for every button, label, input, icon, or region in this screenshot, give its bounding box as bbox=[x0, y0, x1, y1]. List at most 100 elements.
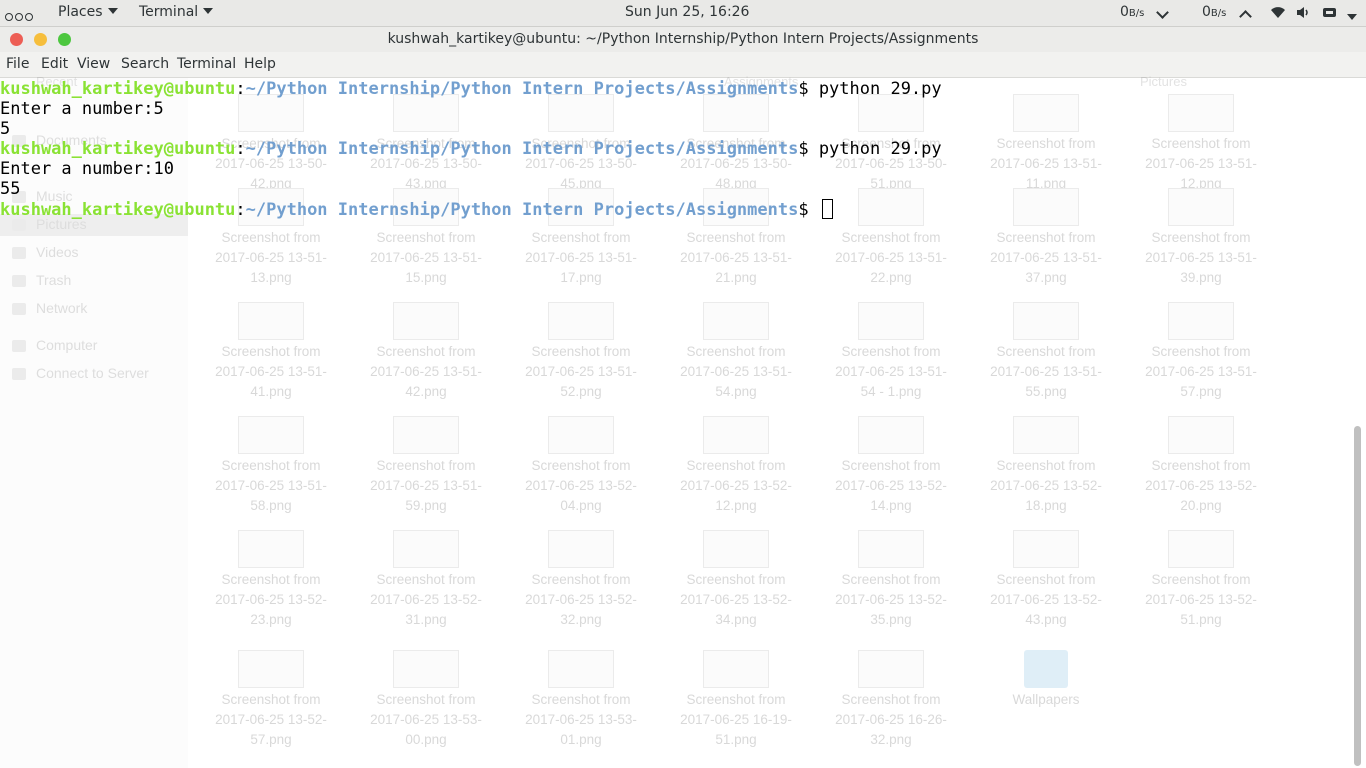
ghost-file-item: Screenshot from 2017-06-25 13-52- 04.png bbox=[516, 416, 646, 516]
window-titlebar[interactable]: kushwah_kartikey@ubuntu: ~/Python Intern… bbox=[0, 27, 1366, 52]
ghost-file-name: 2017-06-25 13-51- bbox=[525, 364, 637, 379]
image-thumbnail bbox=[703, 416, 769, 454]
ghost-file-name: Screenshot from bbox=[221, 344, 321, 359]
ghost-file-name: Screenshot from bbox=[376, 344, 476, 359]
prompt-command: $ python 29.py bbox=[798, 139, 942, 159]
ghost-file-item: Wallpapers bbox=[981, 650, 1111, 710]
menu-edit[interactable]: Edit bbox=[41, 56, 68, 72]
ghost-file-name: 2017-06-25 13-52- bbox=[525, 592, 637, 607]
prompt-path: ~/Python Internship/Python Intern Projec… bbox=[245, 79, 799, 99]
ghost-file-name: Wallpapers bbox=[1012, 692, 1080, 707]
ghost-file-name: 2017-06-25 13-52- bbox=[835, 592, 947, 607]
terminal-output-line: 55 bbox=[0, 179, 21, 199]
ghost-file-item: Screenshot from 2017-06-25 13-51- 54 - 1.p… bbox=[826, 302, 956, 402]
image-thumbnail bbox=[703, 530, 769, 568]
ghost-file-item: Screenshot from 2017-06-25 13-53- 01.png bbox=[516, 650, 646, 750]
ghost-file-item: Screenshot from 2017-06-25 13-51- 52.png bbox=[516, 302, 646, 402]
ghost-file-name: 35.png bbox=[870, 612, 912, 627]
close-button[interactable] bbox=[10, 33, 23, 46]
wifi-icon[interactable] bbox=[1270, 5, 1286, 23]
prompt-path: ~/Python Internship/Python Intern Projec… bbox=[245, 200, 799, 220]
ghost-file-name: Screenshot from bbox=[1151, 458, 1251, 473]
volume-icon[interactable] bbox=[1296, 6, 1310, 23]
battery-icon[interactable] bbox=[1322, 6, 1338, 22]
window-title: kushwah_kartikey@ubuntu: ~/Python Intern… bbox=[387, 31, 979, 47]
ghost-file-name: 2017-06-25 13-51- bbox=[215, 478, 327, 493]
clock[interactable]: Sun Jun 25, 16:26 bbox=[625, 4, 749, 20]
ghost-file-name: 43.png bbox=[1025, 612, 1067, 627]
image-thumbnail bbox=[548, 302, 614, 340]
image-thumbnail bbox=[858, 416, 924, 454]
prompt-separator: : bbox=[235, 200, 246, 220]
ghost-file-name: 52.png bbox=[560, 384, 602, 399]
ghost-file-name: 51.png bbox=[1180, 612, 1222, 627]
ghost-file-name: 39.png bbox=[1180, 270, 1222, 285]
system-menu-caret[interactable] bbox=[1347, 10, 1357, 26]
ghost-file-name: Screenshot from bbox=[841, 572, 941, 587]
ghost-file-item: Screenshot from 2017-06-25 13-52- 51.png bbox=[1136, 530, 1266, 630]
ghost-file-item: Screenshot from 2017-06-25 13-52- 18.png bbox=[981, 416, 1111, 516]
app-menu-terminal[interactable]: Terminal bbox=[139, 4, 214, 20]
net-up-value: 0 bbox=[1202, 4, 1211, 20]
ghost-file-name: Screenshot from bbox=[1151, 344, 1251, 359]
terminal-output[interactable]: kushwah_kartikey@ubuntu:~/Python Interns… bbox=[0, 79, 1350, 220]
ghost-file-name: 54.png bbox=[715, 384, 757, 399]
chevron-down-icon bbox=[107, 8, 118, 14]
ghost-file-name: 2017-06-25 13-51- bbox=[370, 478, 482, 493]
image-thumbnail bbox=[858, 302, 924, 340]
ghost-file-name: Screenshot from bbox=[221, 230, 321, 245]
scrollbar[interactable] bbox=[1354, 426, 1361, 766]
prompt-separator: : bbox=[235, 139, 246, 159]
menu-file[interactable]: File bbox=[6, 56, 29, 72]
ghost-file-name: Screenshot from bbox=[221, 572, 321, 587]
terminal-output-line: Enter a number:5 bbox=[0, 99, 164, 119]
ghost-file-name: Screenshot from bbox=[996, 230, 1096, 245]
menu-view[interactable]: View bbox=[77, 56, 110, 72]
menu-help[interactable]: Help bbox=[244, 56, 276, 72]
ghost-file-name: 2017-06-25 13-52- bbox=[370, 592, 482, 607]
ghost-file-name: 2017-06-25 13-51- bbox=[835, 364, 947, 379]
image-thumbnail bbox=[238, 302, 304, 340]
ghost-file-name: 00.png bbox=[405, 732, 447, 747]
prompt-user: kushwah_kartikey@ubuntu bbox=[0, 200, 236, 220]
menu-terminal[interactable]: Terminal bbox=[177, 56, 236, 72]
chevron-down-icon bbox=[203, 8, 214, 14]
minimize-button[interactable] bbox=[34, 33, 47, 46]
ghost-sidebar-item: Computer bbox=[36, 337, 98, 353]
ghost-file-name: 2017-06-25 16-19- bbox=[680, 712, 792, 727]
ghost-file-name: 2017-06-25 13-52- bbox=[680, 592, 792, 607]
ghost-file-item: Screenshot from 2017-06-25 13-52- 20.png bbox=[1136, 416, 1266, 516]
ghost-file-name: 13.png bbox=[250, 270, 292, 285]
ghost-sidebar-icon bbox=[12, 247, 26, 259]
ghost-file-name: 57.png bbox=[1180, 384, 1222, 399]
ghost-file-name: Screenshot from bbox=[686, 692, 786, 707]
prompt-separator: : bbox=[235, 79, 246, 99]
maximize-button[interactable] bbox=[58, 33, 71, 46]
ghost-file-name: Screenshot from bbox=[531, 230, 631, 245]
ghost-file-name: 2017-06-25 13-52- bbox=[1145, 478, 1257, 493]
ghost-file-name: 23.png bbox=[250, 612, 292, 627]
ghost-sidebar-icon bbox=[12, 340, 26, 352]
places-menu[interactable]: Places bbox=[58, 4, 118, 20]
activities-icon[interactable] bbox=[5, 9, 35, 25]
net-upload-speed: 0B/s bbox=[1202, 4, 1226, 20]
ghost-file-name: 2017-06-25 13-52- bbox=[215, 592, 327, 607]
ghost-file-name: 20.png bbox=[1180, 498, 1222, 513]
ghost-file-name: 2017-06-25 13-51- bbox=[1145, 364, 1257, 379]
net-download-speed: 0B/s bbox=[1120, 4, 1144, 20]
image-thumbnail bbox=[393, 530, 459, 568]
menu-bar: File Edit View Search Terminal Help bbox=[0, 52, 1366, 78]
prompt-command: $ python 29.py bbox=[798, 79, 942, 99]
ghost-file-name: 2017-06-25 13-52- bbox=[215, 712, 327, 727]
ghost-file-name: 2017-06-25 13-52- bbox=[990, 592, 1102, 607]
terminal-output-line: 5 bbox=[0, 119, 11, 139]
ghost-sidebar-item: Videos bbox=[36, 244, 79, 260]
menu-search[interactable]: Search bbox=[121, 56, 169, 72]
ghost-file-name: 2017-06-25 13-51- bbox=[370, 250, 482, 265]
ghost-file-name: 22.png bbox=[870, 270, 912, 285]
ghost-file-name: Screenshot from bbox=[686, 458, 786, 473]
ghost-file-name: 2017-06-25 13-53- bbox=[370, 712, 482, 727]
ghost-file-name: 54 - 1.png bbox=[860, 384, 922, 399]
ghost-file-name: 2017-06-25 13-51- bbox=[835, 250, 947, 265]
terminal-prompt-line: kushwah_kartikey@ubuntu:~/Python Interns… bbox=[0, 79, 1350, 99]
